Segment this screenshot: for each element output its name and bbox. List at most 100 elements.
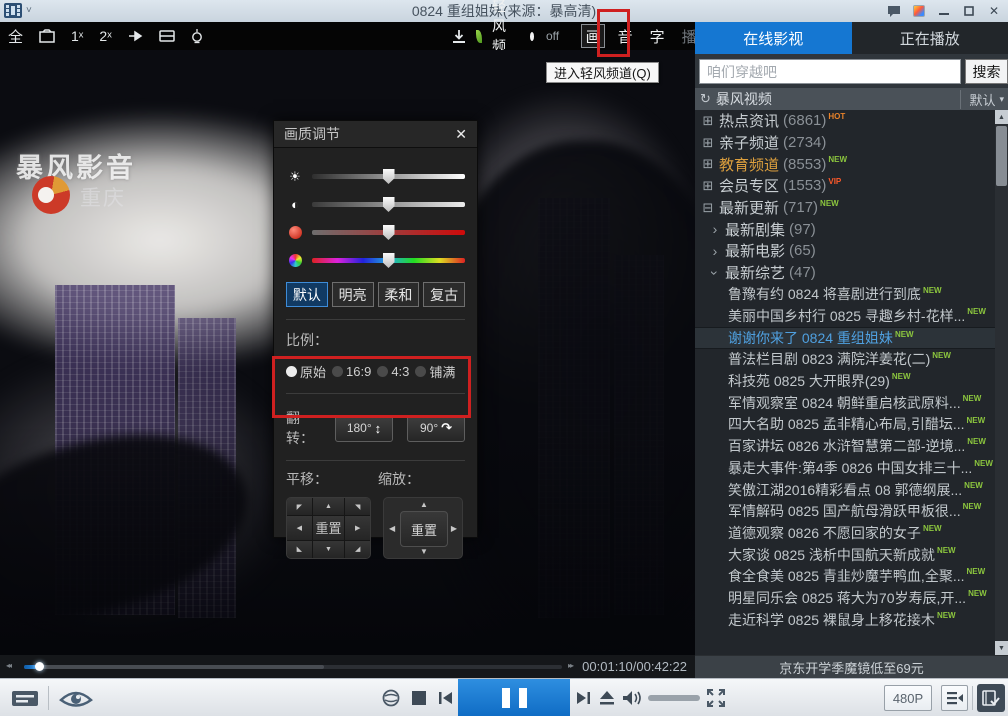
subcategory-item[interactable]: ›最新电影(65): [695, 240, 995, 262]
stop-button[interactable]: [412, 691, 426, 705]
scrollbar-thumb[interactable]: [996, 126, 1007, 186]
episode-item[interactable]: 谢谢你来了 0824 重组姐妹NEW: [695, 327, 995, 349]
brightness-slider[interactable]: ☀: [286, 167, 465, 186]
pan-reset-button[interactable]: 重置: [313, 516, 345, 540]
pan-up-right-button[interactable]: ◥: [345, 498, 370, 515]
episode-item[interactable]: 大家谈 0825 浅析中国航天新成就NEW: [695, 544, 995, 566]
expand-icon[interactable]: ⊞: [701, 178, 715, 194]
close-button[interactable]: ✕: [986, 3, 1002, 19]
episode-item[interactable]: 鲁豫有约 0824 将喜剧进行到底NEW: [695, 284, 995, 306]
eject-button[interactable]: [599, 690, 615, 706]
pan-down-button[interactable]: ▼: [313, 541, 345, 558]
fullscreen-icon[interactable]: [706, 688, 726, 708]
subtitle-settings-button[interactable]: 字: [645, 24, 669, 48]
pan-up-left-button[interactable]: ◤: [287, 498, 312, 515]
chevron-right-icon[interactable]: ›: [709, 221, 721, 237]
search-input[interactable]: [699, 59, 961, 84]
preset-default-button[interactable]: 默认: [286, 282, 328, 307]
episode-item[interactable]: 走近科学 0825 裸鼠身上移花接木NEW: [695, 609, 995, 631]
slider-thumb[interactable]: [383, 169, 395, 184]
rotate-90-button[interactable]: 90°↷: [407, 415, 465, 442]
speed-1x-button[interactable]: 1ˣ: [71, 24, 83, 48]
feedback-icon[interactable]: [886, 3, 902, 19]
speed-2x-button[interactable]: 2ˣ: [99, 24, 111, 48]
seek-handle[interactable]: [35, 662, 44, 671]
seek-bar[interactable]: [24, 665, 562, 669]
expand-icon[interactable]: ⊞: [701, 135, 715, 151]
media-library-button[interactable]: [977, 684, 1005, 712]
zoom-up-button[interactable]: ▲: [420, 500, 428, 509]
refresh-icon[interactable]: ↻: [700, 91, 711, 107]
episode-item[interactable]: 百家讲坛 0826 水浒智慧第二部-逆境...NEW: [695, 435, 995, 457]
flip-180-button[interactable]: 180°↕: [335, 415, 393, 442]
episode-item[interactable]: 美丽中国乡村行 0825 寻趣乡村-花样...NEW: [695, 305, 995, 327]
light-channel-toggle-icon[interactable]: [530, 32, 534, 41]
maximize-button[interactable]: [961, 3, 977, 19]
skin-icon[interactable]: [911, 3, 927, 19]
scroll-down-icon[interactable]: ▼: [995, 641, 1008, 655]
category-item[interactable]: ⊞热点资讯(6861)HOT: [695, 110, 995, 132]
tab-now-playing[interactable]: 正在播放: [852, 22, 1008, 54]
episode-item[interactable]: 明星同乐会 0825 蒋大为70岁寿辰,开...NEW: [695, 587, 995, 609]
search-button[interactable]: 搜索: [965, 59, 1008, 84]
pin-on-top-icon[interactable]: [128, 24, 143, 48]
category-item[interactable]: ⊟最新更新(717)NEW: [695, 197, 995, 219]
subcategory-item[interactable]: ›最新剧集(97): [695, 218, 995, 240]
preset-retro-button[interactable]: 复古: [423, 282, 465, 307]
previous-button[interactable]: [438, 690, 454, 706]
quality-480p-button[interactable]: 480P: [884, 685, 932, 711]
close-icon[interactable]: ✕: [455, 126, 467, 143]
zoom-left-button[interactable]: ◀: [389, 524, 395, 533]
slider-thumb[interactable]: [383, 253, 395, 268]
pan-right-button[interactable]: ▶: [345, 516, 370, 540]
zoom-right-button[interactable]: ▶: [451, 524, 457, 533]
episode-item[interactable]: 道德观察 0826 不愿回家的女子NEW: [695, 522, 995, 544]
volume-slider[interactable]: [648, 695, 700, 701]
chevron-right-icon[interactable]: ›: [709, 243, 721, 259]
pan-down-right-button[interactable]: ◢: [345, 541, 370, 558]
sort-dropdown[interactable]: 默认 ▾: [960, 90, 1004, 109]
pan-left-button[interactable]: ◀: [287, 516, 312, 540]
ad-banner[interactable]: 京东开学季魔镜低至69元: [695, 655, 1008, 678]
episode-item[interactable]: 军情观察室 0824 朝鲜重启核武原料...NEW: [695, 392, 995, 414]
playlist-toggle-button[interactable]: [941, 685, 968, 711]
download-icon[interactable]: [452, 24, 466, 48]
episode-item[interactable]: 笑傲江湖2016精彩看点 08 郭德纲展...NEW: [695, 479, 995, 501]
forward-icon[interactable]: ▸▸: [568, 661, 572, 670]
rewind-icon[interactable]: ◂◂: [6, 661, 10, 670]
scroll-up-icon[interactable]: ▲: [995, 110, 1008, 124]
episode-item[interactable]: 食全食美 0825 青韭炒魔芋鸭血,全聚...NEW: [695, 565, 995, 587]
list-scrollbar[interactable]: ▲ ▼: [995, 110, 1008, 655]
volume-icon[interactable]: [622, 689, 642, 707]
category-item[interactable]: ⊞会员专区(1553)VIP: [695, 175, 995, 197]
episode-item[interactable]: 科技苑 0825 大开眼界(29)NEW: [695, 370, 995, 392]
episode-item[interactable]: 普法栏目剧 0823 满院洋姜花(二)NEW: [695, 349, 995, 371]
subcategory-item[interactable]: ›最新综艺(47): [695, 262, 995, 284]
episode-item[interactable]: 四大名助 0825 孟非精心布局,引醋坛...NEW: [695, 414, 995, 436]
next-button[interactable]: [575, 690, 591, 706]
preset-soft-button[interactable]: 柔和: [378, 282, 420, 307]
eye-protect-icon[interactable]: [58, 687, 94, 709]
zoom-down-button[interactable]: ▼: [420, 547, 428, 556]
collapse-icon[interactable]: ⊟: [701, 200, 715, 216]
category-item[interactable]: ⊞亲子频道(2734): [695, 132, 995, 154]
saturation-slider[interactable]: [286, 223, 465, 242]
pause-button[interactable]: [458, 679, 570, 716]
expand-icon[interactable]: ⊞: [701, 113, 715, 129]
episode-item[interactable]: 军情解码 0825 国产航母滑跃甲板很...NEW: [695, 500, 995, 522]
pan-down-left-button[interactable]: ◣: [287, 541, 312, 558]
episode-item[interactable]: 暴走大事件:第4季 0826 中国女排三十...NEW: [695, 457, 995, 479]
playlist-drawer-icon[interactable]: [12, 688, 38, 708]
minimize-button[interactable]: [936, 3, 952, 19]
zoom-reset-button[interactable]: 重置: [400, 511, 448, 547]
category-item[interactable]: ⊞教育频道(8553)NEW: [695, 153, 995, 175]
pan-up-button[interactable]: ▲: [313, 498, 345, 515]
light-off-icon[interactable]: [191, 24, 203, 48]
contrast-slider[interactable]: ◐: [286, 195, 465, 214]
snapshot-icon[interactable]: [39, 24, 55, 48]
panel-mode-icon[interactable]: [159, 24, 175, 48]
hue-slider[interactable]: [286, 251, 465, 270]
chevron-down-icon[interactable]: ›: [707, 267, 723, 279]
preset-bright-button[interactable]: 明亮: [332, 282, 374, 307]
slider-thumb[interactable]: [383, 225, 395, 240]
